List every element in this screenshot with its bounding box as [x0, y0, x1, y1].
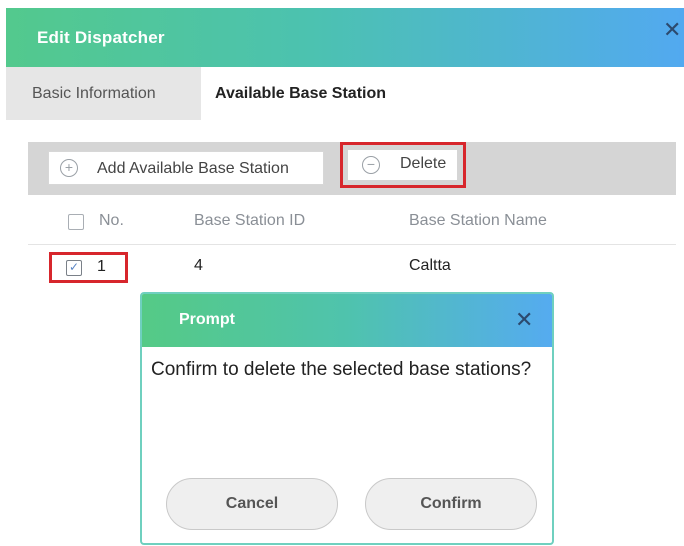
add-available-base-station-button[interactable]: + Add Available Base Station — [48, 151, 324, 185]
prompt-title: Prompt — [179, 311, 235, 328]
row-checkbox[interactable]: ✓ — [66, 260, 82, 276]
tab-bar: Basic Information Available Base Station — [6, 67, 684, 120]
cell-base-station-id: 4 — [194, 257, 203, 274]
cell-base-station-name: Caltta — [409, 257, 451, 274]
select-all-checkbox[interactable] — [68, 214, 84, 230]
table-row[interactable]: ✓ 1 4 Caltta — [28, 245, 676, 287]
tab-basic-information[interactable]: Basic Information — [6, 67, 201, 120]
prompt-header: Prompt ✕ — [142, 294, 552, 347]
row-select-highlight: ✓ 1 — [49, 252, 128, 283]
prompt-dialog: Prompt ✕ Confirm to delete the selected … — [140, 292, 554, 545]
dialog-close-icon[interactable]: ✕ — [663, 19, 683, 41]
plus-circle-icon: + — [60, 159, 78, 177]
confirm-button[interactable]: Confirm — [365, 478, 537, 530]
row-number: 1 — [97, 258, 106, 275]
column-header-base-station-id: Base Station ID — [194, 212, 306, 229]
column-header-no: No. — [99, 212, 124, 229]
table-header: No. Base Station ID Base Station Name — [28, 195, 676, 245]
add-button-label: Add Available Base Station — [97, 160, 289, 177]
dialog-title: Edit Dispatcher — [37, 28, 165, 47]
delete-button-highlight: − Delete — [340, 142, 466, 188]
dialog-header: Edit Dispatcher — [6, 8, 684, 67]
column-header-base-station-name: Base Station Name — [409, 212, 547, 229]
delete-button[interactable]: − Delete — [348, 150, 457, 180]
prompt-message: Confirm to delete the selected base stat… — [151, 359, 532, 380]
delete-button-label: Delete — [400, 155, 447, 172]
minus-circle-icon: − — [362, 156, 380, 174]
tab-available-base-station[interactable]: Available Base Station — [201, 67, 441, 120]
toolbar: + Add Available Base Station − Delete — [28, 142, 676, 195]
cancel-button[interactable]: Cancel — [166, 478, 338, 530]
prompt-close-icon[interactable]: ✕ — [515, 309, 537, 331]
